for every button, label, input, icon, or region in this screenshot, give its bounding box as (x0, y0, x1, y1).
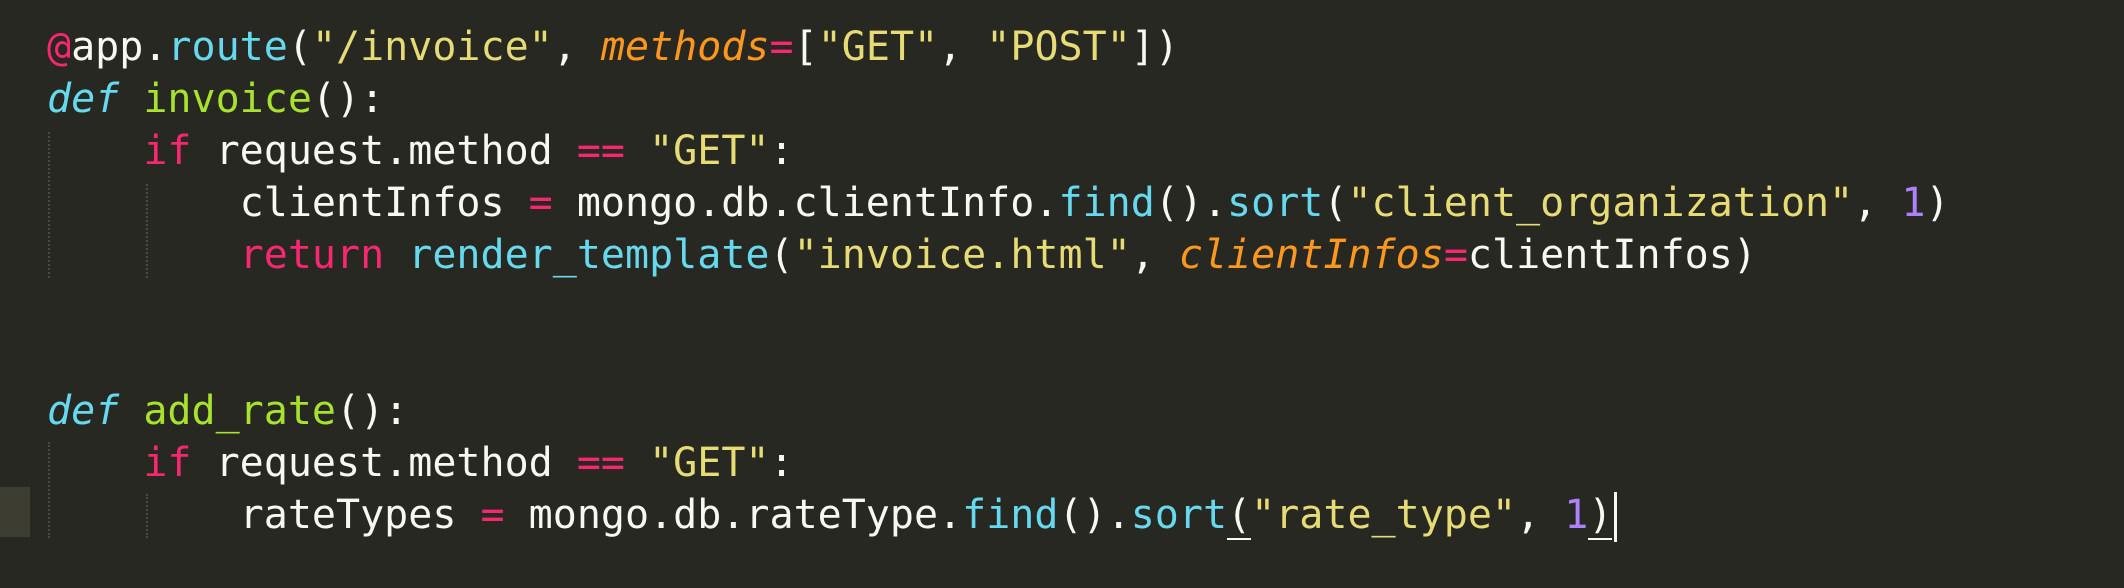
code-line[interactable]: if request.method == "GET": (47, 437, 794, 489)
operator: == (576, 440, 625, 486)
code-text: mongo.db.rateType. (504, 492, 963, 538)
code-text: [ (793, 24, 818, 70)
function-call: find (962, 492, 1059, 538)
code-text: ( (287, 24, 312, 70)
function-call: sort (1227, 180, 1324, 226)
code-text: (): (336, 388, 409, 434)
function-call: route (167, 24, 288, 70)
text-cursor (1614, 492, 1618, 542)
code-text: : (769, 440, 794, 486)
code-line[interactable]: return render_template("invoice.html", c… (47, 229, 1757, 281)
string-literal: "/invoice" (311, 24, 553, 70)
code-text: (). (1154, 180, 1228, 226)
parameter-name: clientInfos (1178, 232, 1444, 278)
string-literal: "GET" (649, 128, 770, 174)
operator: = (769, 24, 794, 70)
code-text: rateTypes (47, 492, 481, 538)
decorator-symbol: @ (47, 24, 72, 70)
def-keyword: def (47, 76, 120, 122)
code-editor[interactable]: @app.route("/invoice", methods=["GET", "… (0, 0, 2124, 588)
code-line[interactable]: if request.method == "GET": (47, 125, 794, 177)
function-call: sort (1130, 492, 1228, 538)
code-text: request.method (191, 128, 577, 174)
code-text: mongo.db.clientInfo. (552, 180, 1059, 226)
function-call: find (1058, 180, 1155, 226)
code-line[interactable]: rateTypes = mongo.db.rateType.find().sor… (47, 489, 1618, 542)
string-literal: "rate_type" (1251, 492, 1517, 538)
matching-bracket: ( (1227, 492, 1252, 540)
code-text: , (1853, 180, 1902, 226)
keyword: if (143, 128, 192, 174)
current-line-marker (0, 487, 30, 537)
operator: = (480, 492, 505, 538)
function-name: add_rate (143, 388, 336, 434)
code-text: (). (1058, 492, 1131, 538)
code-line[interactable]: @app.route("/invoice", methods=["GET", "… (47, 21, 1179, 73)
code-text: ) (1925, 180, 1950, 226)
keyword: if (143, 440, 192, 486)
code-text: clientInfos (47, 180, 529, 226)
operator: == (576, 128, 625, 174)
code-text: : (769, 128, 794, 174)
code-text: , (1130, 232, 1179, 278)
number-literal: 1 (1564, 492, 1589, 538)
code-text: (): (311, 76, 385, 122)
code-line[interactable]: def add_rate(): (47, 385, 408, 437)
code-text: ]) (1130, 24, 1179, 70)
string-literal: "GET" (817, 24, 939, 70)
code-text: app. (71, 24, 168, 70)
string-literal: "client_organization" (1347, 180, 1854, 226)
code-line[interactable]: def invoice(): (47, 73, 384, 125)
code-text: request.method (191, 440, 577, 486)
string-literal: "GET" (649, 440, 770, 486)
operator: = (1443, 232, 1468, 278)
string-literal: "POST" (986, 24, 1131, 70)
code-text: ( (1323, 180, 1348, 226)
code-line[interactable]: clientInfos = mongo.db.clientInfo.find()… (47, 177, 1950, 229)
code-text: , (1516, 492, 1565, 538)
function-call: render_template (408, 232, 770, 278)
matching-bracket: ) (1588, 492, 1613, 540)
operator: = (528, 180, 553, 226)
string-literal: "invoice.html" (793, 232, 1131, 278)
number-literal: 1 (1901, 180, 1926, 226)
function-name: invoice (143, 76, 312, 122)
keyword: return (239, 232, 385, 278)
code-text: ( (769, 232, 794, 278)
code-text: , (552, 24, 601, 70)
code-text: clientInfos) (1467, 232, 1757, 278)
parameter-name: methods (600, 24, 770, 70)
code-text: , (938, 24, 987, 70)
def-keyword: def (47, 388, 120, 434)
